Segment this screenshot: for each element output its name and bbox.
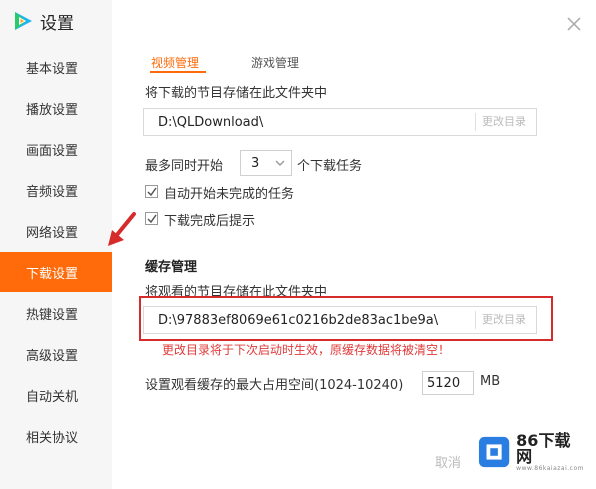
cache-section-title: 缓存管理	[145, 260, 198, 275]
site-watermark-url: www.86kaiazai.com	[516, 464, 584, 472]
sidebar-item-label: 基本设置	[26, 61, 79, 77]
max-tasks-value: 3	[251, 156, 260, 171]
sidebar-item-label: 相关协议	[26, 430, 79, 446]
tab-video-management[interactable]: 视频管理	[151, 54, 199, 71]
download-path-value: D:\QLDownload\	[158, 115, 264, 130]
sidebar-item-label: 画面设置	[26, 143, 79, 159]
app-title-text: 设置	[40, 13, 74, 34]
auto-start-label: 自动开始未完成的任务	[164, 187, 295, 202]
site-watermark-brand: 86下载网	[516, 430, 571, 466]
active-tab-indicator	[150, 71, 206, 73]
sidebar-item-label: 播放设置	[26, 102, 79, 118]
site-logo-icon	[478, 436, 510, 468]
annotation-arrow-icon	[108, 212, 136, 246]
sidebar-item-auto-shutdown[interactable]: 自动关机	[0, 375, 112, 415]
sidebar-item-playback[interactable]: 播放设置	[0, 88, 112, 128]
notify-label: 下载完成后提示	[164, 214, 256, 229]
tencent-video-logo-icon	[15, 12, 32, 30]
site-watermark-text: 86下载网 www.86kaiazai.com	[516, 430, 584, 472]
sidebar-item-basic[interactable]: 基本设置	[0, 47, 112, 87]
sidebar-item-audio[interactable]: 音频设置	[0, 170, 112, 210]
sidebar-item-agreements[interactable]: 相关协议	[0, 416, 112, 456]
tab-game-management[interactable]: 游戏管理	[251, 54, 299, 71]
sidebar-item-label: 自动关机	[26, 389, 79, 405]
sidebar-item-label: 下载设置	[26, 266, 79, 282]
chevron-down-icon	[275, 160, 285, 166]
notify-checkbox[interactable]	[145, 212, 158, 225]
cache-space-input[interactable]: 5120	[422, 371, 474, 395]
app-title: 设置	[12, 9, 74, 34]
auto-start-checkbox[interactable]	[145, 185, 158, 198]
close-icon[interactable]	[566, 16, 582, 32]
sidebar-item-advanced[interactable]: 高级设置	[0, 334, 112, 374]
sidebar-item-hotkey[interactable]: 热键设置	[0, 293, 112, 333]
sidebar-item-label: 音频设置	[26, 184, 79, 200]
cancel-button[interactable]: 取消	[420, 450, 476, 478]
cache-space-label: 设置观看缓存的最大占用空间(1024-10240)	[145, 378, 404, 393]
sidebar-item-label: 网络设置	[26, 225, 79, 241]
checkmark-icon	[147, 214, 157, 224]
download-store-label: 将下载的节目存储在此文件夹中	[145, 86, 328, 101]
cache-space-unit: MB	[480, 374, 501, 389]
sidebar-item-picture[interactable]: 画面设置	[0, 129, 112, 169]
max-tasks-suffix: 个下载任务	[297, 159, 363, 174]
cache-space-value: 5120	[427, 376, 461, 391]
annotation-highlight-box	[139, 296, 553, 341]
sidebar-item-network[interactable]: 网络设置	[0, 211, 112, 251]
max-tasks-select[interactable]: 3	[240, 150, 292, 176]
download-change-dir-button[interactable]: 更改目录	[475, 113, 532, 131]
max-tasks-prefix: 最多同时开始	[145, 159, 224, 174]
sidebar-item-label: 热键设置	[26, 307, 79, 323]
checkmark-icon	[147, 187, 157, 197]
sidebar: 设置 基本设置 播放设置 画面设置 音频设置 网络设置 下载设置 热键设置 高级…	[0, 0, 112, 489]
site-watermark: 86下载网 www.86kaiazai.com	[478, 432, 584, 472]
sidebar-item-download[interactable]: 下载设置	[0, 252, 112, 292]
download-path-field[interactable]: D:\QLDownload\ 更改目录	[143, 108, 537, 136]
sidebar-item-label: 高级设置	[26, 348, 79, 364]
cache-warning-text: 更改目录将于下次启动时生效，原缓存数据将被清空！	[162, 343, 451, 357]
